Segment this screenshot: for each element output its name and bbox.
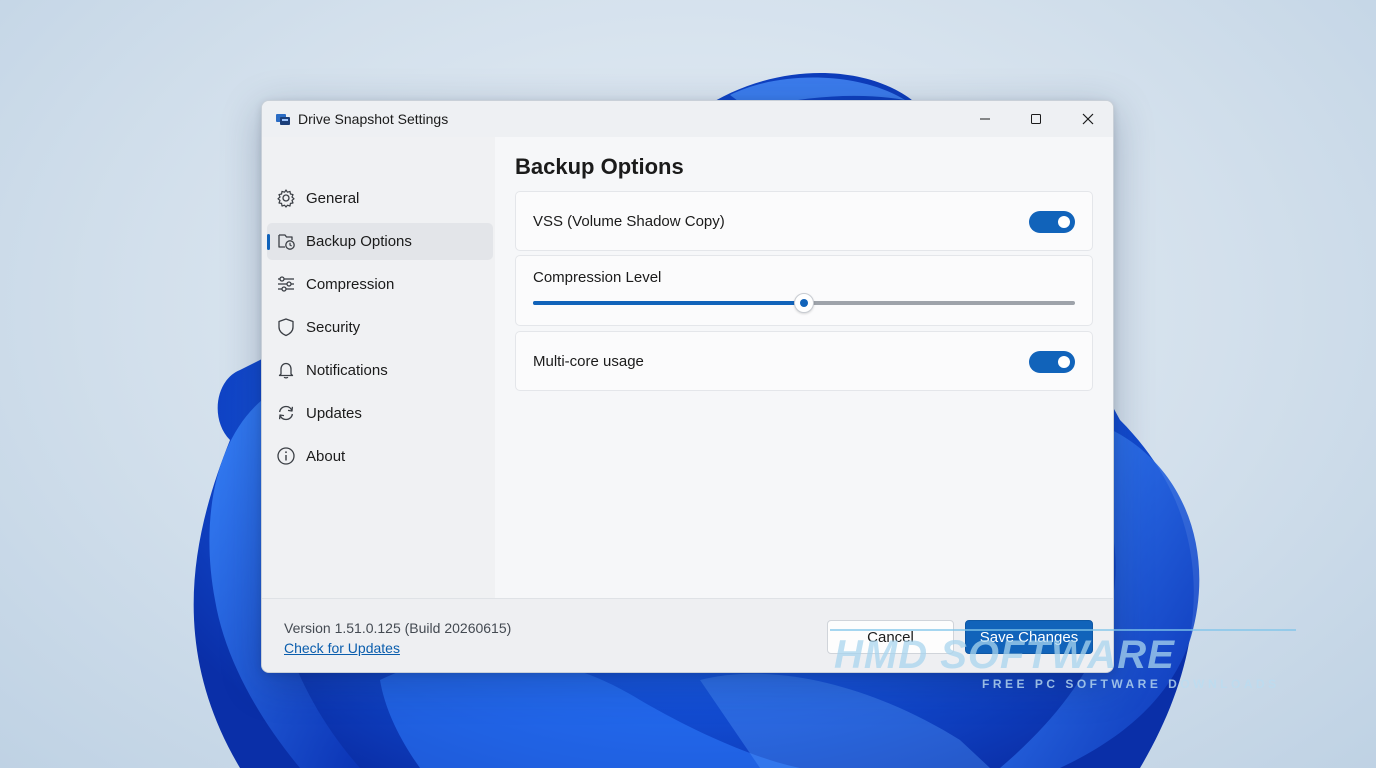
save-changes-button[interactable]: Save Changes [965, 620, 1093, 654]
refresh-icon [278, 405, 294, 421]
setting-label: VSS (Volume Shadow Copy) [533, 213, 725, 230]
sidebar-item-general[interactable]: General [267, 180, 493, 217]
page-title: Backup Options [515, 154, 684, 179]
sidebar-item-security[interactable]: Security [267, 309, 493, 346]
check-for-updates-link[interactable]: Check for Updates [284, 640, 400, 656]
sliders-icon [278, 276, 294, 292]
sidebar-item-updates[interactable]: Updates [267, 395, 493, 432]
shield-icon [278, 318, 294, 337]
sidebar-item-about[interactable]: About [267, 438, 493, 475]
sidebar-item-label: Updates [306, 405, 362, 422]
backup-clock-icon [278, 234, 295, 250]
sidebar-item-compression[interactable]: Compression [267, 266, 493, 303]
maximize-icon [1031, 114, 1041, 124]
minimize-icon [980, 118, 990, 120]
sidebar-item-label: About [306, 448, 346, 465]
sidebar-item-label: Notifications [306, 362, 388, 379]
sidebar-item-backup-options[interactable]: Backup Options [267, 223, 493, 260]
version-text: Version 1.51.0.125 (Build 20260615) [284, 620, 512, 636]
sidebar-item-label: Backup Options [306, 233, 412, 250]
setting-label: Compression Level [533, 269, 662, 286]
minimize-button[interactable] [960, 101, 1010, 137]
close-icon [1082, 113, 1094, 125]
setting-card-vss: VSS (Volume Shadow Copy) [515, 191, 1093, 251]
settings-window: Drive Snapshot Settings General Backup O… [261, 100, 1114, 673]
sidebar-item-notifications[interactable]: Notifications [267, 352, 493, 389]
cancel-button[interactable]: Cancel [827, 620, 954, 654]
toggle-knob [1058, 216, 1070, 228]
vss-toggle[interactable] [1029, 211, 1075, 233]
title-bar[interactable]: Drive Snapshot Settings [262, 101, 1113, 137]
maximize-button[interactable] [1011, 101, 1061, 137]
multicore-toggle[interactable] [1029, 351, 1075, 373]
window-title: Drive Snapshot Settings [298, 111, 449, 127]
bell-icon [278, 362, 294, 379]
app-icon [276, 114, 290, 125]
sidebar-item-label: Security [306, 319, 361, 336]
compression-level-slider[interactable] [533, 293, 1075, 313]
setting-label: Multi-core usage [533, 353, 644, 370]
gear-icon [277, 189, 295, 208]
sidebar-nav: General Backup Options Compression Secur… [262, 137, 495, 598]
close-button[interactable] [1063, 101, 1113, 137]
sidebar-item-label: General [306, 190, 360, 207]
setting-card-compression-level: Compression Level [515, 255, 1093, 326]
slider-fill [533, 301, 804, 305]
sidebar-item-label: Compression [306, 276, 395, 293]
slider-thumb[interactable] [794, 293, 814, 313]
watermark-tagline: FREE PC SOFTWARE DOWNLOADS [982, 677, 1280, 691]
content-pane: Backup Options VSS (Volume Shadow Copy) … [495, 137, 1113, 598]
active-indicator [267, 234, 270, 250]
toggle-knob [1058, 356, 1070, 368]
footer-bar: Version 1.51.0.125 (Build 20260615) Chec… [262, 598, 1113, 672]
info-icon [277, 447, 295, 465]
setting-card-multicore: Multi-core usage [515, 331, 1093, 391]
